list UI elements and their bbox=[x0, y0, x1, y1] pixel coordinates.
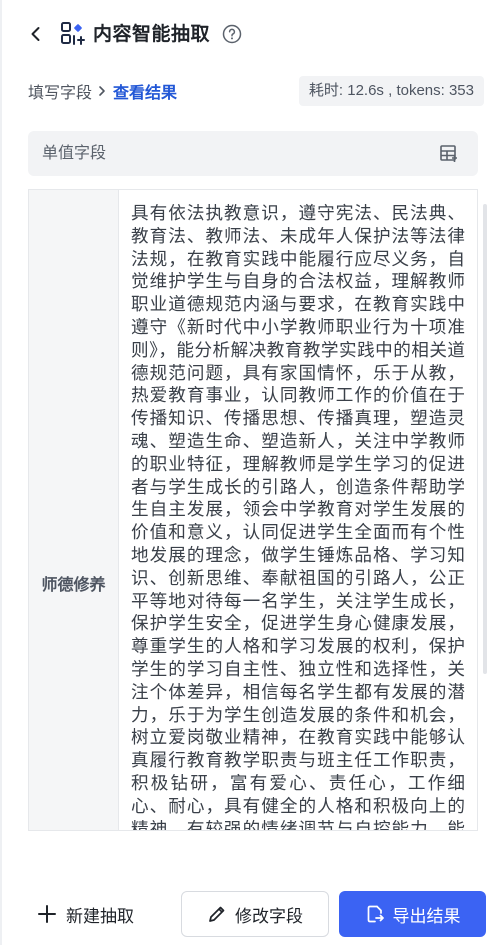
stats-badge: 耗时: 12.6s , tokens: 353 bbox=[298, 76, 484, 106]
page-title: 内容智能抽取 bbox=[93, 24, 211, 45]
scan-grid-icon bbox=[61, 22, 85, 45]
table-icon[interactable] bbox=[438, 143, 460, 165]
chevron-right-icon bbox=[94, 83, 110, 99]
back-button[interactable] bbox=[24, 22, 48, 46]
edit-fields-label: 修改字段 bbox=[235, 906, 303, 926]
question-circle-icon[interactable] bbox=[222, 24, 242, 44]
new-extraction-button[interactable]: 新建抽取 bbox=[36, 892, 134, 936]
new-extraction-label: 新建抽取 bbox=[66, 906, 134, 926]
footer-actions: 新建抽取 修改字段 导出结果 bbox=[0, 880, 493, 945]
breadcrumb-view-results[interactable]: 查看结果 bbox=[113, 79, 177, 103]
field-bar-label: 单值字段 bbox=[42, 145, 107, 162]
result-table: 师德修养 具有依法执教意识，遵守宪法、民法典、教育法、教师法、未成年人保护法等法… bbox=[28, 189, 478, 831]
header: 内容智能抽取 bbox=[0, 0, 493, 70]
scrollbar[interactable] bbox=[483, 204, 487, 674]
breadcrumb: 填写字段 查看结果 bbox=[28, 79, 177, 103]
export-results-label: 导出结果 bbox=[392, 906, 461, 926]
field-name-cell: 师德修养 bbox=[29, 190, 119, 830]
pencil-icon bbox=[209, 906, 225, 922]
export-file-icon bbox=[367, 905, 384, 923]
plus-icon bbox=[38, 905, 56, 923]
window-edge bbox=[0, 0, 2, 945]
edit-fields-button[interactable]: 修改字段 bbox=[181, 891, 329, 937]
export-results-button[interactable]: 导出结果 bbox=[339, 891, 486, 937]
single-value-field-bar: 单值字段 bbox=[28, 131, 478, 176]
field-value: 具有依法执教意识，遵守宪法、民法典、教育法、教师法、未成年人保护法等法律法规，在… bbox=[131, 203, 465, 831]
chevron-left-icon bbox=[31, 27, 40, 41]
field-name: 师德修养 bbox=[41, 577, 106, 594]
breadcrumb-fill-fields[interactable]: 填写字段 bbox=[28, 79, 92, 103]
